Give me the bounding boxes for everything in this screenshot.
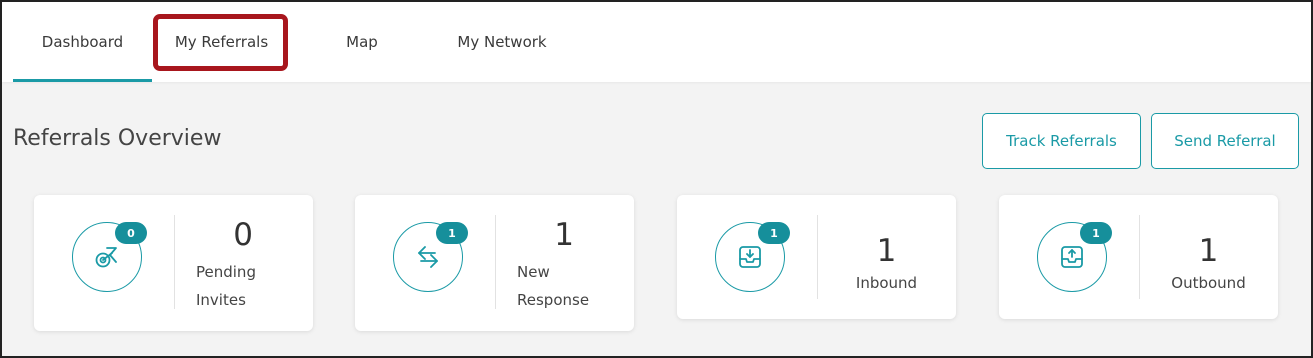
tab-dashboard[interactable]: Dashboard bbox=[13, 2, 152, 82]
inbound-label: Inbound bbox=[855, 274, 918, 292]
pending-invites-card[interactable]: 0 0 Pending Invites bbox=[34, 195, 313, 331]
new-response-card[interactable]: 1 1 New Response bbox=[355, 195, 634, 331]
pending-invites-label-line1: Pending bbox=[196, 263, 256, 281]
inbound-badge: 1 bbox=[758, 222, 790, 244]
new-response-label: New Response bbox=[517, 258, 589, 314]
outbound-label: Outbound bbox=[1171, 274, 1246, 292]
tab-my-network-label: My Network bbox=[457, 33, 547, 51]
outbound-card[interactable]: 1 1 Outbound bbox=[999, 195, 1278, 319]
pending-invites-label: Pending Invites bbox=[196, 258, 256, 314]
tab-my-network[interactable]: My Network bbox=[432, 2, 572, 82]
pending-invites-count: 0 bbox=[233, 217, 253, 253]
pending-invites-badge: 0 bbox=[115, 222, 147, 244]
section-title: Referrals Overview bbox=[13, 126, 222, 151]
new-response-label-line1: New bbox=[517, 263, 550, 281]
outbound-count: 1 bbox=[1198, 233, 1219, 269]
inbound-card[interactable]: 1 1 Inbound bbox=[677, 195, 956, 319]
tab-dashboard-label: Dashboard bbox=[41, 33, 124, 51]
tab-map[interactable]: Map bbox=[322, 2, 402, 82]
annotation-highlight-box bbox=[153, 14, 288, 71]
new-response-count: 1 bbox=[554, 217, 574, 253]
tab-map-label: Map bbox=[346, 33, 378, 51]
pending-invites-label-line2: Invites bbox=[196, 291, 246, 309]
outbound-badge: 1 bbox=[1080, 222, 1112, 244]
track-referrals-button[interactable]: Track Referrals bbox=[982, 113, 1141, 169]
new-response-label-line2: Response bbox=[517, 291, 590, 309]
active-tab-indicator bbox=[13, 79, 152, 82]
inbound-count: 1 bbox=[876, 233, 897, 269]
new-response-badge: 1 bbox=[436, 222, 468, 244]
send-referral-button[interactable]: Send Referral bbox=[1151, 113, 1299, 169]
